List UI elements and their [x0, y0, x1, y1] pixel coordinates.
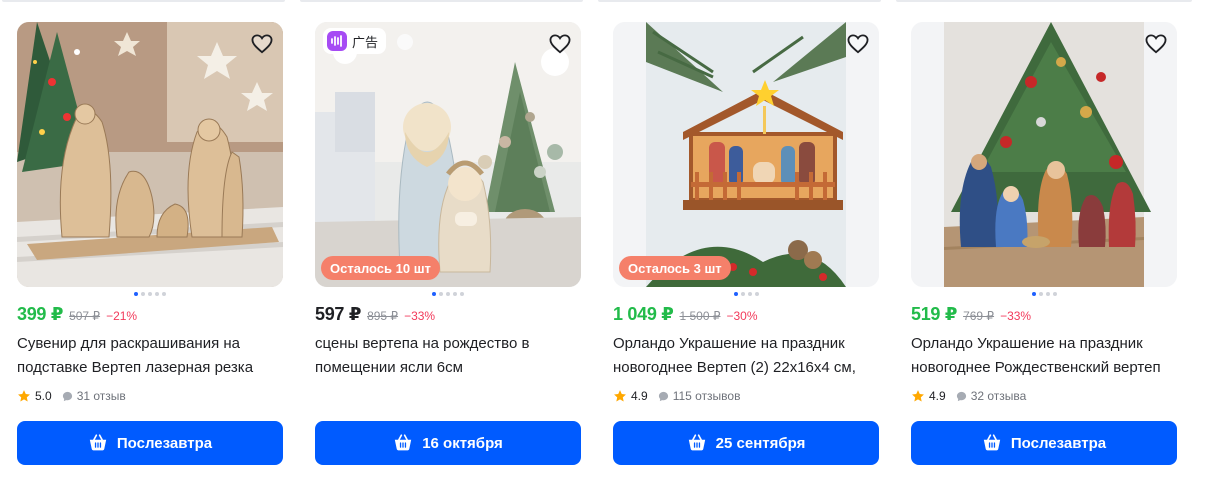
- price-row: 597 ₽ 895 ₽ −33%: [315, 304, 435, 326]
- stock-left-badge: Осталось 3 шт: [619, 256, 731, 280]
- ad-label: 广告: [352, 34, 379, 50]
- cart-icon: [88, 434, 108, 452]
- rating-row[interactable]: 4.9 115 отзывов: [613, 388, 740, 404]
- current-price: 399 ₽: [17, 304, 64, 324]
- product-card[interactable]: Осталось 3 шт 1 049 ₽ 1 500 ₽ −30% Орлан…: [613, 22, 879, 466]
- delivery-button[interactable]: 16 октября: [315, 421, 581, 465]
- product-title[interactable]: Орландо Украшение на праздник новогоднее…: [911, 332, 1177, 380]
- wooden-nativity-photo: [17, 22, 283, 287]
- product-image[interactable]: [17, 22, 283, 287]
- comment-bubble-icon: [956, 391, 967, 402]
- favorite-heart-icon[interactable]: [248, 30, 276, 58]
- rating-value: 4.9: [631, 389, 648, 403]
- product-image[interactable]: 广告 Осталось 10 шт: [315, 22, 581, 287]
- painted-figures-nativity-photo: [911, 22, 1177, 287]
- discount-badge: −21%: [106, 309, 138, 323]
- rating-row[interactable]: 5.0 31 отзыв: [17, 388, 126, 404]
- previous-row-edge: [0, 0, 1205, 6]
- product-image[interactable]: Осталось 3 шт: [613, 22, 879, 287]
- rating-value: 5.0: [35, 389, 52, 403]
- delivery-button[interactable]: Послезавтра: [17, 421, 283, 465]
- rating-value: 4.9: [929, 389, 946, 403]
- delivery-date: 16 октября: [422, 434, 503, 452]
- comment-bubble-icon: [62, 391, 73, 402]
- delivery-date: Послезавтра: [1010, 434, 1107, 452]
- soundwave-icon: [327, 31, 347, 51]
- price-row: 1 049 ₽ 1 500 ₽ −30%: [613, 304, 758, 326]
- delivery-button[interactable]: Послезавтра: [911, 421, 1177, 465]
- comment-bubble-icon: [658, 391, 669, 402]
- reviews-count: 32 отзыва: [970, 389, 1027, 403]
- ceramic-holy-family-photo: [315, 22, 581, 287]
- favorite-heart-icon[interactable]: [844, 30, 872, 58]
- delivery-button[interactable]: 25 сентября: [613, 421, 879, 465]
- product-image[interactable]: [911, 22, 1177, 287]
- product-card[interactable]: 519 ₽ 769 ₽ −33% Орландо Украшение на пр…: [911, 22, 1177, 466]
- cart-icon: [687, 434, 707, 452]
- discount-badge: −30%: [726, 309, 758, 323]
- favorite-heart-icon[interactable]: [546, 30, 574, 58]
- star-icon: [17, 389, 31, 403]
- image-carousel-dots[interactable]: [315, 292, 581, 298]
- product-card[interactable]: 广告 Осталось 10 шт 597 ₽ 895 ₽ −33% сцены…: [315, 22, 581, 466]
- cart-icon: [393, 434, 413, 452]
- price-row: 519 ₽ 769 ₽ −33%: [911, 304, 1031, 326]
- delivery-date: Послезавтра: [116, 434, 213, 452]
- cart-icon: [982, 434, 1002, 452]
- delivery-date: 25 сентября: [715, 434, 806, 452]
- product-title[interactable]: сцены вертепа на рождество в помещении я…: [315, 332, 581, 380]
- wooden-stable-nativity-photo: [613, 22, 879, 287]
- stock-left-badge: Осталось 10 шт: [321, 256, 440, 280]
- current-price: 1 049 ₽: [613, 304, 674, 324]
- star-icon: [613, 389, 627, 403]
- discount-badge: −33%: [1000, 309, 1032, 323]
- price-row: 399 ₽ 507 ₽ −21%: [17, 304, 137, 326]
- product-title[interactable]: Орландо Украшение на праздник новогоднее…: [613, 332, 879, 380]
- image-carousel-dots[interactable]: [613, 292, 879, 298]
- old-price: 507 ₽: [69, 309, 101, 323]
- product-title[interactable]: Сувенир для раскрашивания на подставке В…: [17, 332, 283, 380]
- reviews-count: 31 отзыв: [76, 389, 126, 403]
- image-carousel-dots[interactable]: [911, 292, 1177, 298]
- old-price: 895 ₽: [367, 309, 399, 323]
- old-price: 1 500 ₽: [679, 309, 721, 323]
- discount-badge: −33%: [404, 309, 436, 323]
- current-price: 597 ₽: [315, 304, 362, 324]
- star-icon: [911, 389, 925, 403]
- old-price: 769 ₽: [963, 309, 995, 323]
- favorite-heart-icon[interactable]: [1142, 30, 1170, 58]
- rating-row[interactable]: 4.9 32 отзыва: [911, 388, 1026, 404]
- product-card[interactable]: 399 ₽ 507 ₽ −21% Сувенир для раскрашиван…: [17, 22, 283, 466]
- current-price: 519 ₽: [911, 304, 958, 324]
- ad-badge: 广告: [323, 28, 387, 54]
- image-carousel-dots[interactable]: [17, 292, 283, 298]
- reviews-count: 115 отзывов: [672, 389, 741, 403]
